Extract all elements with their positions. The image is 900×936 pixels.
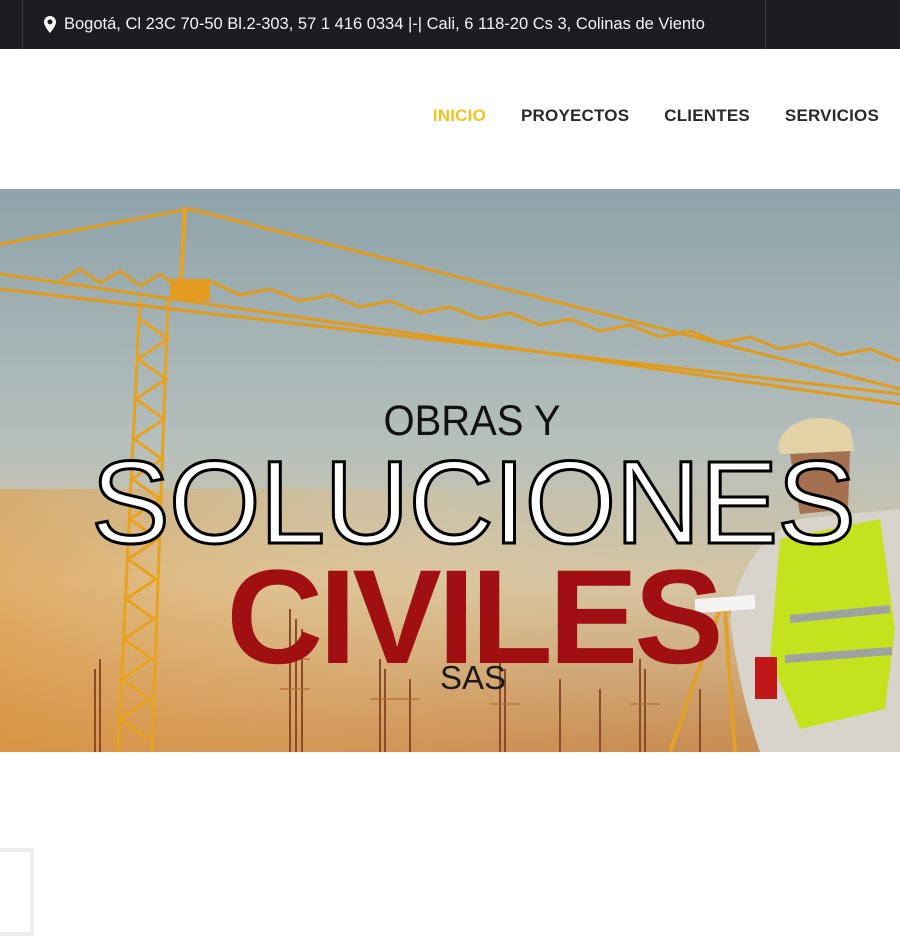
topbar-divider [22,0,23,49]
contact-address: Bogotá, Cl 23C 70-50 Bl.2-303, 57 1 416 … [44,13,705,35]
main-nav: INICIO PROYECTOS CLIENTES SERVICIOS [398,106,879,126]
site-header: INICIO PROYECTOS CLIENTES SERVICIOS [0,49,900,189]
nav-item-servicios[interactable]: SERVICIOS [785,106,879,126]
decorative-frame [0,848,34,936]
nav-item-inicio[interactable]: INICIO [433,106,486,126]
top-bar: Bogotá, Cl 23C 70-50 Bl.2-303, 57 1 416 … [0,0,900,49]
hero-title-line4: SAS [439,659,507,696]
map-marker-icon [44,15,56,33]
address-text: Bogotá, Cl 23C 70-50 Bl.2-303, 57 1 416 … [64,14,705,33]
content-section [0,752,900,936]
nav-item-clientes[interactable]: CLIENTES [664,106,750,126]
nav-item-proyectos[interactable]: PROYECTOS [521,106,629,126]
hero-banner: OBRAS Y SOLUCIONES CIVILES SAS [0,189,900,752]
topbar-divider [765,0,766,49]
